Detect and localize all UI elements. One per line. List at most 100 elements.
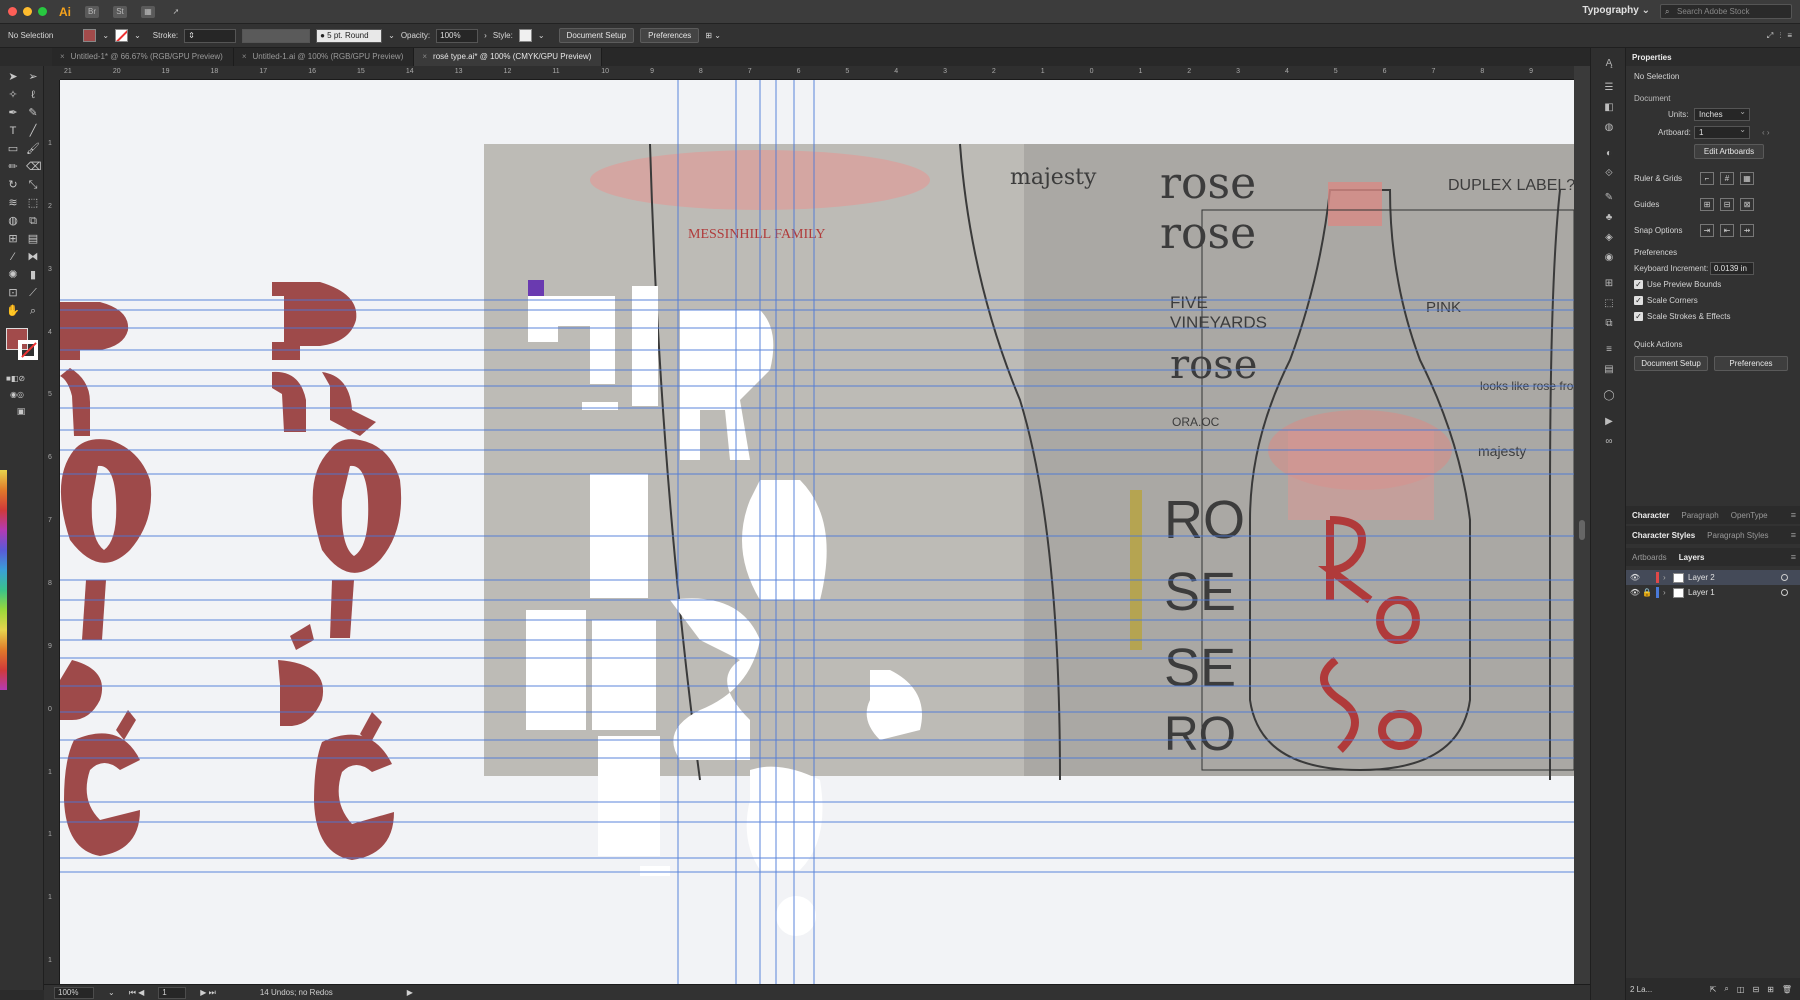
tab-untitled-1[interactable]: × Untitled-1* @ 66.67% (RGB/GPU Preview) [52,48,234,66]
free-transform-tool-icon[interactable]: ⬚ [26,196,40,210]
zoom-level-field[interactable]: 100% [54,986,94,999]
warp-tool-icon[interactable]: ≋ [6,196,20,210]
close-icon[interactable]: × [422,52,427,61]
chevron-right-icon[interactable]: › [484,31,487,40]
new-layer-icon[interactable]: ⊞ [1767,985,1774,994]
brush-definition[interactable]: ● 5 pt. Round [316,28,383,43]
align-icon[interactable]: ⊞ [1602,278,1616,290]
variable-width-field[interactable] [242,28,311,43]
smart-guides-icon[interactable]: ⊠ [1740,198,1754,211]
eraser-tool-icon[interactable]: ⌫ [26,160,42,174]
lock-icon[interactable]: 🔒 [1642,588,1652,597]
stock-search-input[interactable]: ⌕ Search Adobe Stock [1660,4,1792,19]
export-icon[interactable]: ⇱ [1710,985,1717,994]
panel-options-icon[interactable]: ⫶ [1779,31,1781,41]
layers-icon[interactable]: ◧ [1602,102,1616,114]
color-icon[interactable]: ◐ [1602,148,1616,160]
edit-artboards-button[interactable]: Edit Artboards [1694,144,1764,159]
symbols-icon[interactable]: ♣ [1602,212,1616,224]
paintbrush-tool-icon[interactable]: 🖌 [26,142,40,156]
actions-icon[interactable]: ▶ [1602,416,1616,428]
document-setup-button[interactable]: Document Setup [1634,356,1708,371]
zoom-window-button[interactable] [38,7,47,16]
tab-opentype[interactable]: OpenType [1731,511,1768,520]
selection-tool-icon[interactable]: ➤ [6,70,20,84]
arrange-documents-icon[interactable]: ▦ [141,5,155,18]
horizontal-ruler[interactable]: 21 20 19 18 17 16 15 14 13 12 11 10 9 8 7 6 5 4 3 2 1 0 1 2 3 4 5 6… [60,66,1590,80]
arrange-icon[interactable]: ⤢ [1767,31,1773,41]
grid-icon[interactable]: # [1720,172,1734,185]
panel-menu-icon[interactable]: ≡ [1791,552,1796,562]
artboard-select[interactable]: 1 [1694,124,1750,139]
slice-tool-icon[interactable]: ⟋ [26,286,40,300]
pathfinder-icon[interactable]: ⧉ [1602,318,1616,330]
tab-properties[interactable]: Properties [1632,53,1672,62]
fill-stroke-control[interactable] [6,328,40,360]
clipping-mask-icon[interactable]: ◫ [1737,985,1745,994]
column-graph-tool-icon[interactable]: ▮ [26,268,40,282]
hand-tool-icon[interactable]: ✋ [6,304,20,318]
rectangle-tool-icon[interactable]: ▭ [6,142,20,156]
align-icon[interactable]: ⊞ ⌄ [705,31,721,40]
locate-object-icon[interactable]: ⌕ [1724,984,1728,994]
scrollbar-thumb[interactable] [1579,520,1585,540]
pen-tool-icon[interactable]: ✒ [6,106,20,120]
scale-strokes-checkbox[interactable]: ✓ Scale Strokes & Effects [1634,312,1730,321]
pasteboard[interactable]: MESSINHILL FAMILY majesty rose rose DUPL… [60,80,1574,984]
keyboard-increment-field[interactable]: 0.0139 in [1710,262,1754,275]
rotate-tool-icon[interactable]: ↻ [6,178,20,192]
target-icon[interactable] [1781,589,1788,596]
shape-builder-tool-icon[interactable]: ◍ [6,214,20,228]
eyedropper-tool-icon[interactable]: ⁄ [6,250,20,264]
brushes-icon[interactable]: ✎ [1602,192,1616,204]
swatch-strip[interactable] [0,470,7,690]
panel-menu-icon[interactable]: ≡ [1791,530,1796,540]
chevron-down-icon[interactable]: ⌄ [102,31,109,40]
blend-tool-icon[interactable]: ⧓ [26,250,40,264]
scale-corners-checkbox[interactable]: ✓ Scale Corners [1634,296,1698,305]
zoom-tool-icon[interactable]: ⌕ [26,304,40,318]
status-menu-icon[interactable]: ▶ [407,988,413,997]
close-icon[interactable]: × [60,52,65,61]
line-tool-icon[interactable]: ╱ [26,124,40,138]
gradient-tool-icon[interactable]: ▤ [26,232,40,246]
swatches-icon[interactable]: ◍ [1602,122,1616,134]
menu-icon[interactable]: ≡ [1787,31,1792,40]
links-icon[interactable]: ∞ [1602,436,1616,448]
tab-paragraph[interactable]: Paragraph [1681,511,1718,520]
ruler-icon[interactable]: ⌐ [1700,172,1714,185]
document-setup-button[interactable]: Document Setup [558,28,635,43]
preferences-button[interactable]: Preferences [640,28,700,43]
next-artboard-icon[interactable]: ▶ ⏭ [200,988,216,998]
layer-row-layer-2[interactable]: 👁 › Layer 2 [1626,570,1800,585]
minimize-window-button[interactable] [23,7,32,16]
tab-artboards[interactable]: Artboards [1632,553,1667,562]
vertical-ruler[interactable]: 1 2 3 4 5 6 7 8 9 0 1 1 1 1 [44,80,60,984]
show-guides-icon[interactable]: ⊞ [1700,198,1714,211]
panel-menu-icon[interactable]: ≡ [1791,510,1796,520]
tab-character[interactable]: Character [1632,511,1669,520]
graphic-style-swatch[interactable] [518,29,532,42]
gradient-icon[interactable]: ▤ [1602,364,1616,376]
tab-layers[interactable]: Layers [1679,553,1705,562]
canvas-area[interactable]: 21 20 19 18 17 16 15 14 13 12 11 10 9 8 7 6 5 4 3 2 1 0 1 2 3 4 5 6… [44,66,1590,984]
stroke-color-swatch[interactable] [18,340,38,360]
artboard-tool-icon[interactable]: ⊡ [6,286,20,300]
ruler-origin[interactable] [44,66,60,80]
chevron-right-icon[interactable]: › [1663,588,1673,597]
magic-wand-tool-icon[interactable]: ✧ [6,88,20,102]
layer-row-layer-1[interactable]: 👁 🔒 › Layer 1 [1626,585,1800,600]
workspace-switcher[interactable]: Typography ⌄ [1582,5,1650,16]
units-select[interactable]: Inches [1694,106,1750,121]
mesh-tool-icon[interactable]: ⊞ [6,232,20,246]
type-tool-icon[interactable]: T [6,124,20,138]
tab-rose-type[interactable]: × rosé type.ai* @ 100% (CMYK/GPU Preview) [414,48,603,66]
appearance-icon[interactable]: ◉ [1602,252,1616,264]
gpu-rocket-icon[interactable]: ➚ [169,6,183,18]
snap-to-pixel-icon[interactable]: ⇸ [1740,224,1754,237]
stroke-swatch[interactable] [115,29,129,42]
chevron-down-icon[interactable]: ⌄ [388,31,395,40]
chevron-right-icon[interactable]: › [1663,573,1673,582]
stroke-weight-field[interactable]: ⇕ [184,28,237,43]
properties-icon[interactable]: ☰ [1602,82,1616,94]
